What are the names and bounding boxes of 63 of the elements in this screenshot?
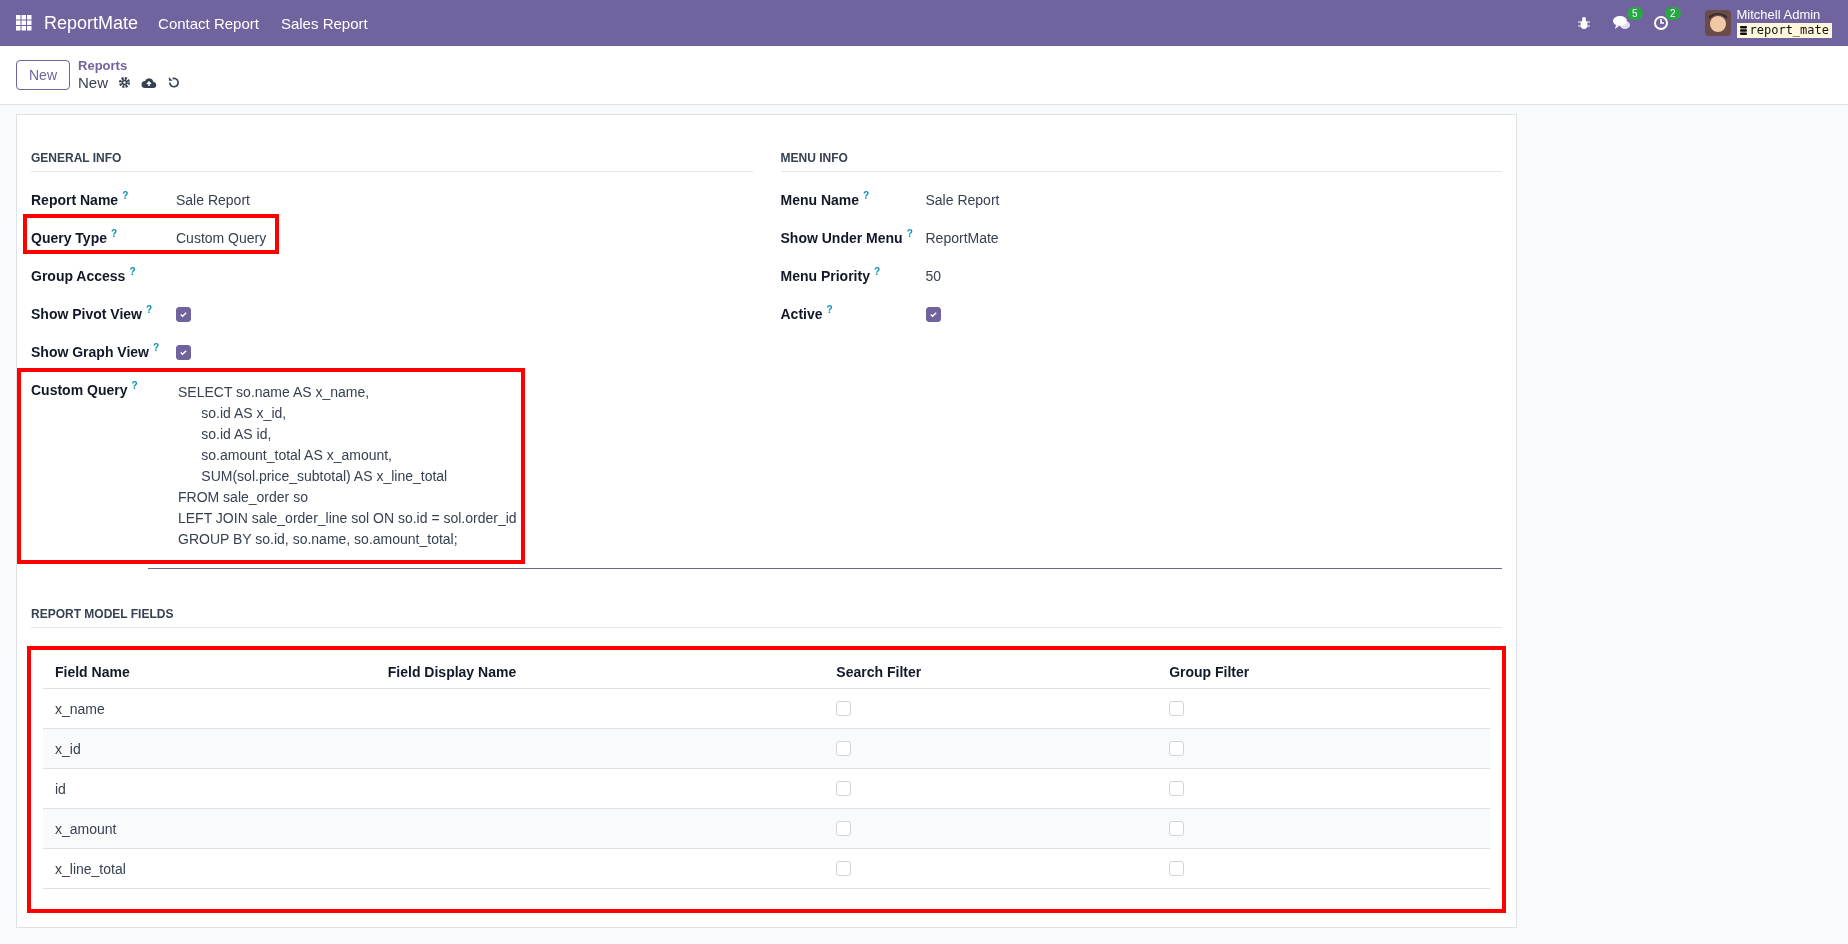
help-tooltip[interactable]: ? bbox=[146, 304, 153, 315]
column-header[interactable]: Field Name bbox=[43, 656, 376, 689]
section-title: REPORT MODEL FIELDS bbox=[31, 603, 1502, 628]
nav-menu-item[interactable]: Sales Report bbox=[280, 14, 368, 32]
database-name: report_mate bbox=[1736, 22, 1832, 38]
table-cell: x_amount bbox=[55, 820, 117, 837]
query-editor[interactable]: SELECT so.name AS x_name, so.id AS x_id, so.id AS id, so.amount_total AS x_amount, SUM(sol.price_subtotal) AS x_line_total FROM sale_order so LEFT JOIN sale_order_line sol ON so.id = sol.order_id GROUP BY so.id, so.name, so.amount_total; bbox=[176, 380, 753, 556]
field-label: Show Pivot View bbox=[31, 305, 142, 322]
field-value[interactable]: Custom Query bbox=[176, 228, 753, 246]
field-label: Menu Name bbox=[780, 191, 860, 208]
database-icon bbox=[1739, 25, 1747, 35]
column-header[interactable]: Group Filter bbox=[1157, 656, 1490, 689]
help-tooltip[interactable]: ? bbox=[122, 190, 129, 201]
record-title: New bbox=[78, 73, 109, 92]
field-value[interactable]: Sale Report bbox=[925, 190, 1502, 208]
field-label: Active bbox=[780, 305, 823, 322]
help-tooltip[interactable]: ? bbox=[826, 304, 833, 315]
table-cell: x_line_total bbox=[55, 860, 126, 877]
help-tooltip[interactable]: ? bbox=[129, 266, 136, 277]
bug-icon[interactable] bbox=[1576, 16, 1591, 30]
help-tooltip[interactable]: ? bbox=[131, 380, 138, 391]
field-label: Menu Priority bbox=[780, 267, 870, 284]
check-icon bbox=[179, 348, 188, 357]
breadcrumb-link[interactable]: Reports bbox=[78, 58, 181, 74]
field-value[interactable]: Sale Report bbox=[176, 190, 753, 208]
avatar-icon[interactable] bbox=[1704, 10, 1731, 36]
apps-grid-icon[interactable] bbox=[16, 15, 32, 31]
column-header[interactable]: Field Display Name bbox=[375, 656, 825, 689]
field-label: Group Access bbox=[31, 267, 126, 284]
field-label: Custom Query bbox=[31, 381, 128, 398]
count-badge: 5 bbox=[1626, 7, 1643, 20]
user-name[interactable]: Mitchell Admin bbox=[1736, 8, 1832, 23]
checkbox[interactable] bbox=[925, 307, 941, 322]
field-value[interactable]: 50 bbox=[925, 266, 1502, 284]
help-tooltip[interactable]: ? bbox=[906, 228, 913, 239]
new-button[interactable]: New bbox=[16, 60, 70, 90]
section-title: GENERAL INFO bbox=[31, 147, 753, 172]
help-tooltip[interactable]: ? bbox=[873, 266, 881, 277]
section-title: MENU INFO bbox=[780, 147, 1502, 172]
field-label: Show Graph View bbox=[31, 343, 149, 360]
field-label: Show Under Menu bbox=[780, 229, 903, 246]
table-cell: x_name bbox=[55, 700, 105, 717]
checkbox[interactable] bbox=[176, 307, 191, 322]
gear-icon[interactable] bbox=[118, 75, 132, 89]
help-tooltip[interactable]: ? bbox=[863, 190, 870, 201]
column-header[interactable]: Search Filter bbox=[824, 656, 1158, 689]
app-name[interactable]: ReportMate bbox=[44, 12, 139, 34]
cloud-upload-icon[interactable] bbox=[141, 75, 158, 89]
field-label: Report Name bbox=[31, 191, 119, 208]
check-icon bbox=[179, 310, 188, 319]
nav-menu-item[interactable]: Contact Report bbox=[158, 14, 259, 32]
field-value[interactable]: ReportMate bbox=[925, 228, 1502, 246]
count-badge: 2 bbox=[1664, 7, 1681, 20]
chat-icon[interactable] bbox=[1612, 15, 1631, 31]
table-cell: id bbox=[55, 780, 66, 797]
field-label: Query Type bbox=[31, 229, 107, 246]
help-tooltip[interactable]: ? bbox=[153, 342, 160, 353]
help-tooltip[interactable]: ? bbox=[111, 228, 118, 239]
clock-icon[interactable] bbox=[1652, 15, 1669, 31]
undo-icon[interactable] bbox=[167, 75, 181, 89]
checkbox[interactable] bbox=[176, 345, 191, 360]
check-icon bbox=[928, 310, 938, 319]
table-cell: x_id bbox=[55, 740, 81, 757]
